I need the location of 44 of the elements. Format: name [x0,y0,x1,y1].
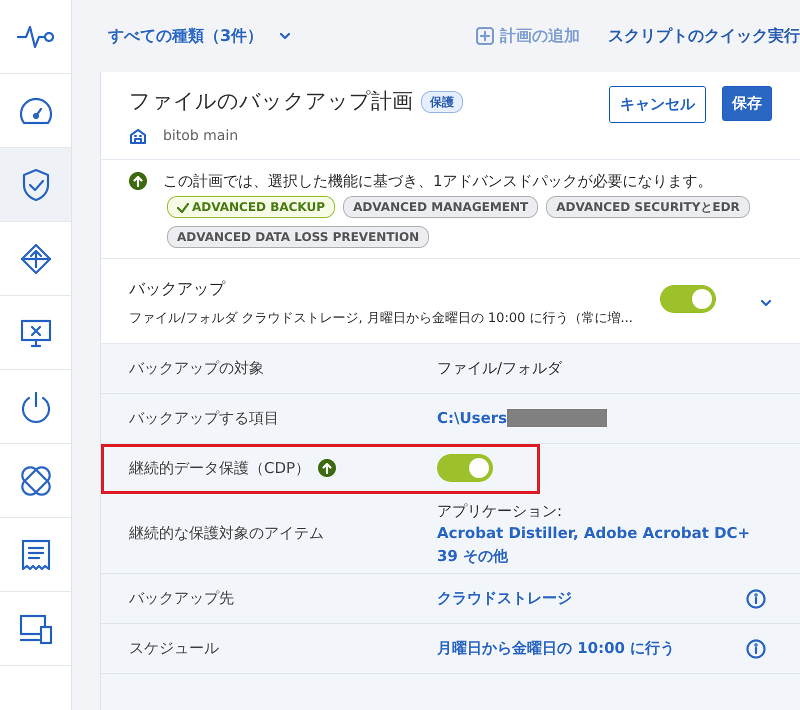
field-label: 継続的な保護対象のアイテム [129,523,324,544]
backup-summary: ファイル/フォルダ クラウドストレージ, 月曜日から金曜日の 10:00 に行う（常に増... [129,310,634,328]
check-icon [177,202,189,213]
feature-tag: ADVANCED BACKUP [167,196,336,218]
field-label: バックアップの対象 [129,358,264,379]
sidebar-item[interactable] [0,148,71,222]
feature-tag: ADVANCED SECURITYとEDR [546,196,750,218]
devices-icon [18,612,52,644]
upgrade-icon [318,459,336,477]
building-icon [129,128,147,144]
toggle-switch[interactable] [660,285,716,314]
filter-dropdown[interactable]: すべての種類（3件） [108,24,292,48]
cancel-button[interactable]: キャンセル [609,86,706,122]
quick-script-button[interactable]: スクリプトのクイック実行 [596,24,800,48]
location-text: bitob main [163,126,238,146]
apps-link[interactable]: Acrobat Distiller, Adobe Acrobat DC+ 39 その他 [437,522,766,567]
expand-caret-icon [760,298,772,307]
section-title: バックアップ [129,278,226,300]
protection-badge: 保護 [421,90,463,113]
upgrade-icon [129,172,147,190]
shield-icon [20,168,50,202]
path-link[interactable]: C:\Users [437,406,508,430]
pulse-icon [16,24,54,48]
plan-title: ファイルのバックアップ計画 [129,88,413,115]
monitor-icon [20,318,52,348]
feature-tag: ADVANCED DATA LOSS PREVENTION [167,226,430,248]
notice-text: この計画では、選択した機能に基づき、1アドバンスドパックが必要になります。 [163,170,713,192]
field-caption: アプリケーション: [437,500,564,522]
plus-icon [476,27,494,45]
field-label: バックアップする項目 [129,408,279,429]
feature-tag: ADVANCED MANAGEMENT [343,196,538,218]
field-label: バックアップ先 [129,588,234,610]
toggle-switch[interactable] [437,454,493,482]
report-icon [20,538,50,570]
bandage-icon [18,464,52,498]
field-link[interactable]: 月曜日から金曜日の 10:00 に行う [437,637,746,660]
field-value: ファイル/フォルダ [437,358,562,379]
caret-icon [279,32,292,40]
field-label: スケジュール [129,638,219,660]
diamond-arrows-icon [20,242,52,274]
power-icon [20,390,52,424]
save-button[interactable]: 保存 [722,86,772,120]
field-link[interactable]: クラウドストレージ [437,587,746,610]
field-label: 継続的データ保護（CDP） [129,458,310,479]
